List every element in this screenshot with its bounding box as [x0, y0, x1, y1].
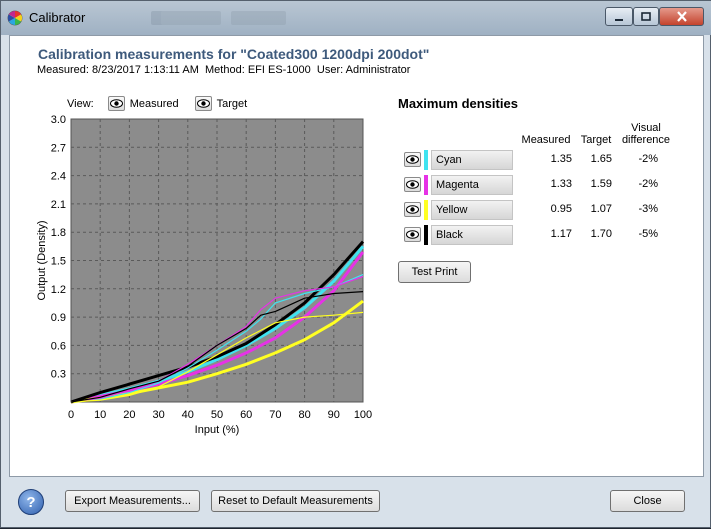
black-diff: -5%: [638, 228, 658, 240]
y-tick-label: 0.3: [51, 369, 66, 381]
test-print-button[interactable]: Test Print: [398, 261, 471, 283]
view-measured-toggle[interactable]: [107, 96, 125, 111]
x-tick-label: 60: [240, 409, 252, 421]
maximize-icon: [641, 11, 651, 21]
eye-icon: [406, 205, 419, 214]
ink-row-cyan: Cyan 1.35 1.65 -2%: [402, 150, 702, 170]
eye-icon: [406, 155, 419, 164]
reset-default-button[interactable]: Reset to Default Measurements: [211, 490, 380, 512]
cyan-target: 1.65: [590, 153, 612, 165]
black-measured: 1.17: [550, 228, 572, 240]
content-panel: Calibration measurements for "Coated300 …: [9, 35, 704, 477]
density-chart: 0 10 20 30 40 50 60 70 80 90 100 0.3 0.6 0.9 1.2 1.5 1.8…: [36, 114, 372, 436]
magenta-swatch: [424, 175, 428, 195]
magenta-visibility-toggle[interactable]: [404, 177, 421, 192]
y-tick-label: 2.1: [51, 199, 66, 211]
view-measured-label: Measured: [129, 97, 179, 110]
minimize-icon: [615, 18, 623, 21]
x-axis-label: Input (%): [195, 424, 240, 436]
cyan-name[interactable]: Cyan: [431, 150, 513, 170]
magenta-name[interactable]: Magenta: [431, 175, 513, 195]
x-tick-label: 90: [328, 409, 340, 421]
x-tick-label: 20: [123, 409, 135, 421]
x-tick-label: 40: [182, 409, 194, 421]
maximize-button[interactable]: [633, 7, 659, 26]
eye-icon: [406, 180, 419, 189]
cyan-diff: -2%: [638, 153, 658, 165]
column-header-measured: Measured: [521, 134, 571, 146]
view-toggle-row: View: Measured Target: [67, 96, 247, 111]
x-tick-label: 50: [211, 409, 223, 421]
minimize-button[interactable]: [605, 7, 633, 26]
y-tick-label: 1.5: [51, 256, 66, 268]
y-tick-label: 3.0: [51, 114, 66, 126]
ink-row-magenta: Magenta 1.33 1.59 -2%: [402, 175, 702, 195]
cyan-visibility-toggle[interactable]: [404, 152, 421, 167]
ink-row-black: Black 1.17 1.70 -5%: [402, 225, 702, 245]
view-target-toggle[interactable]: [194, 96, 212, 111]
yellow-swatch: [424, 200, 428, 220]
yellow-visibility-toggle[interactable]: [404, 202, 421, 217]
measured-label: Measured:: [37, 64, 89, 76]
yellow-target: 1.07: [590, 203, 612, 215]
help-icon: ?: [26, 493, 36, 511]
ink-row-yellow: Yellow 0.95 1.07 -3%: [402, 200, 702, 220]
magenta-target: 1.59: [590, 178, 612, 190]
column-header-difference: difference: [621, 134, 671, 146]
column-header-visual: Visual: [631, 122, 661, 134]
y-tick-label: 2.7: [51, 142, 66, 154]
method-label: Method:: [205, 64, 245, 76]
user-value: Administrator: [345, 64, 411, 76]
yellow-name[interactable]: Yellow: [431, 200, 513, 220]
cyan-measured: 1.35: [550, 153, 572, 165]
y-tick-label: 0.6: [51, 340, 66, 352]
x-tick-label: 80: [298, 409, 310, 421]
y-tick-label: 2.4: [51, 171, 66, 183]
measured-value: 8/23/2017 1:13:11 AM: [92, 64, 199, 76]
close-window-button[interactable]: [659, 7, 704, 26]
window-title: Calibrator: [29, 10, 86, 25]
measurement-info: Measured: 8/23/2017 1:13:11 AM Method: E…: [37, 64, 410, 76]
page-title: Calibration measurements for "Coated300 …: [38, 46, 430, 62]
eye-icon: [406, 230, 419, 239]
help-button[interactable]: ?: [18, 489, 44, 515]
eye-icon: [196, 99, 210, 108]
column-header-target: Target: [580, 134, 612, 146]
view-target-label: Target: [216, 97, 248, 110]
title-bar[interactable]: Calibrator: [1, 1, 711, 35]
yellow-measured: 0.95: [550, 203, 572, 215]
yellow-diff: -3%: [638, 203, 658, 215]
view-label: View:: [67, 97, 94, 110]
calibrator-window: Calibrator Calibration measurements for …: [0, 0, 711, 528]
y-tick-label: 1.8: [51, 227, 66, 239]
x-tick-label: 0: [68, 409, 74, 421]
black-target: 1.70: [590, 228, 612, 240]
magenta-diff: -2%: [638, 178, 658, 190]
x-tick-label: 70: [269, 409, 281, 421]
cyan-swatch: [424, 150, 428, 170]
eye-icon: [109, 99, 123, 108]
x-tick-label: 100: [354, 409, 372, 421]
black-swatch: [424, 225, 428, 245]
y-tick-label: 1.2: [51, 284, 66, 296]
export-measurements-button[interactable]: Export Measurements...: [65, 490, 200, 512]
magenta-measured: 1.33: [550, 178, 572, 190]
x-tick-label: 30: [152, 409, 164, 421]
close-icon: [676, 11, 687, 22]
user-label: User:: [316, 64, 344, 76]
y-axis-label: Output (Density): [36, 220, 48, 300]
method-value: EFI ES-1000: [247, 64, 311, 76]
max-densities-title: Maximum densities: [398, 96, 518, 111]
black-visibility-toggle[interactable]: [404, 227, 421, 242]
black-name[interactable]: Black: [431, 225, 513, 245]
background-window-ghost: [151, 11, 286, 25]
x-tick-label: 10: [94, 409, 106, 421]
y-tick-label: 0.9: [51, 312, 66, 324]
close-button[interactable]: Close: [610, 490, 685, 512]
calibrator-app-icon: [7, 10, 23, 26]
